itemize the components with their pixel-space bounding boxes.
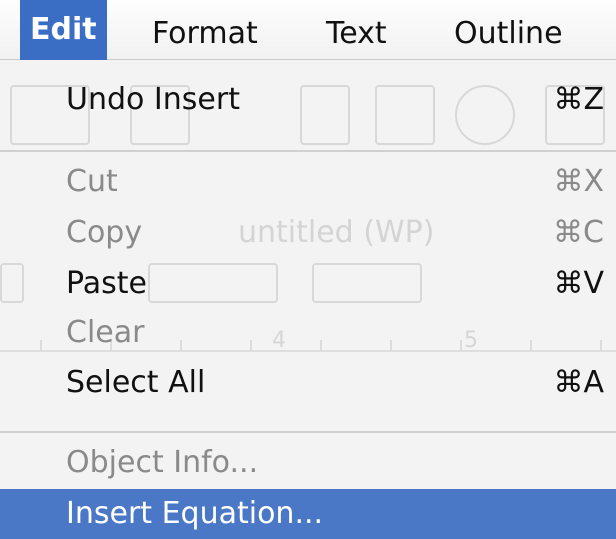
menu-separator bbox=[0, 150, 616, 152]
menu-format[interactable]: Format bbox=[142, 8, 268, 60]
menu-item-shortcut: ⌘X bbox=[553, 164, 604, 199]
menu-item-label: Insert Equation... bbox=[66, 496, 324, 531]
menu-item-select-all[interactable]: Select All ⌘A bbox=[0, 358, 616, 408]
menu-item-undo-insert[interactable]: Undo Insert ⌘Z bbox=[0, 75, 616, 125]
menu-item-label: Cut bbox=[66, 164, 118, 199]
menu-item-insert-equation[interactable]: Insert Equation... bbox=[0, 489, 616, 539]
menu-text[interactable]: Text bbox=[316, 8, 397, 60]
menu-item-cut: Cut ⌘X bbox=[0, 157, 616, 207]
edit-menu-dropdown: untitled (WP) 4 5 Undo Insert ⌘Z Cut ⌘X … bbox=[0, 60, 616, 539]
menu-item-label: Select All bbox=[66, 365, 206, 400]
menu-item-shortcut: ⌘Z bbox=[553, 82, 604, 117]
menu-item-shortcut: ⌘A bbox=[553, 365, 604, 400]
menu-item-object-info: Object Info... bbox=[0, 438, 616, 488]
menu-edit[interactable]: Edit bbox=[20, 0, 107, 60]
menu-outline[interactable]: Outline bbox=[444, 8, 573, 60]
menu-item-label: Paste bbox=[66, 266, 147, 301]
menu-item-label: Object Info... bbox=[66, 445, 259, 480]
menu-item-paste[interactable]: Paste ⌘V bbox=[0, 259, 616, 309]
menu-item-clear: Clear bbox=[0, 308, 616, 358]
menu-item-shortcut: ⌘V bbox=[553, 266, 604, 301]
menu-item-shortcut: ⌘C bbox=[553, 215, 604, 250]
menu-item-copy: Copy ⌘C bbox=[0, 208, 616, 258]
menu-item-label: Copy bbox=[66, 215, 143, 250]
menu-item-label: Clear bbox=[66, 315, 145, 350]
menu-bar: Edit Format Text Outline bbox=[0, 0, 616, 60]
menu-separator bbox=[0, 431, 616, 433]
menu-item-label: Undo Insert bbox=[66, 82, 240, 117]
